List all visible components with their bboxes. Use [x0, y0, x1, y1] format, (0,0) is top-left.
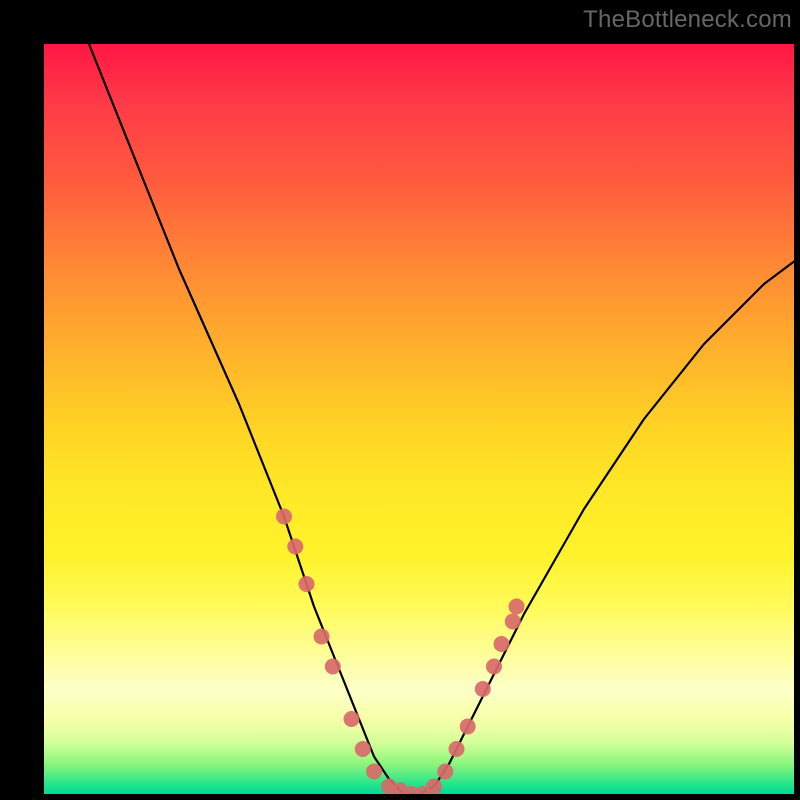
- curve-layer: [44, 44, 794, 794]
- curve-marker: [287, 539, 303, 555]
- curve-marker: [276, 509, 292, 525]
- curve-marker: [355, 741, 371, 757]
- curve-marker: [486, 659, 502, 675]
- curve-marker: [509, 599, 525, 615]
- curve-marker: [299, 576, 315, 592]
- watermark-text: TheBottleneck.com: [583, 6, 792, 34]
- curve-marker: [437, 764, 453, 780]
- curve-marker: [475, 681, 491, 697]
- curve-marker: [449, 741, 465, 757]
- curve-marker: [325, 659, 341, 675]
- curve-marker: [494, 636, 510, 652]
- curve-marker: [366, 764, 382, 780]
- curve-marker: [426, 779, 442, 795]
- curve-marker: [505, 614, 521, 630]
- curve-marker: [314, 629, 330, 645]
- chart-frame: TheBottleneck.com: [0, 0, 800, 800]
- curve-marker: [460, 719, 476, 735]
- plot-area: [44, 44, 794, 794]
- bottleneck-curve: [89, 44, 794, 794]
- curve-marker: [344, 711, 360, 727]
